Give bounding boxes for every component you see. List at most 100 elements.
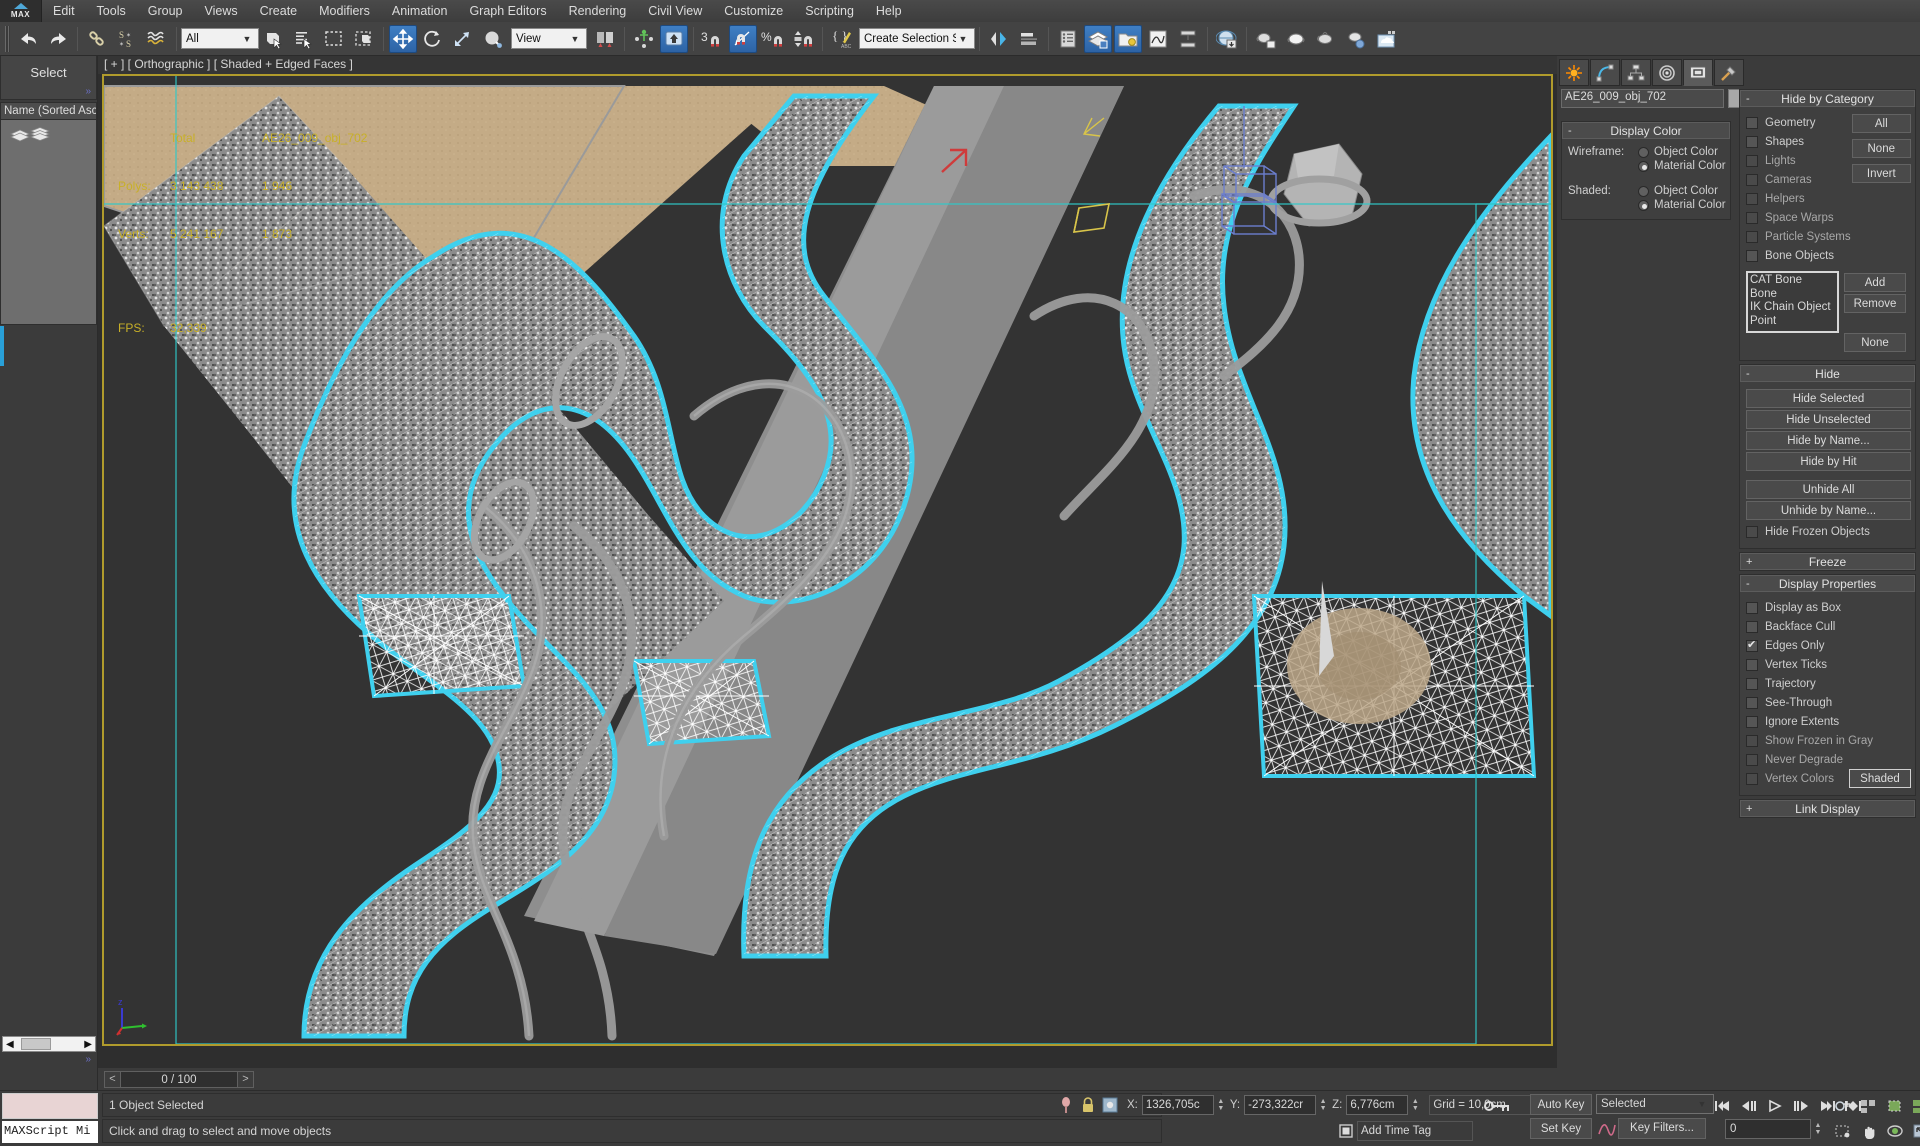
hide-category-none-button[interactable]: None [1851,139,1911,158]
project-folder-globe-icon[interactable] [1213,25,1241,53]
display-property-row[interactable]: See-Through [1746,694,1911,711]
menu-item-animation[interactable]: Animation [381,0,459,22]
object-name-field[interactable]: AE26_009_obj_702 [1561,89,1724,108]
menu-item-edit[interactable]: Edit [42,0,86,22]
select-and-rotate-icon[interactable] [419,25,447,53]
absolute-relative-transform-toggle-icon[interactable] [1099,1094,1121,1116]
display-color-header[interactable]: - Display Color [1562,122,1730,139]
scene-explorer-icon[interactable] [1084,24,1112,53]
play-animation-icon[interactable] [1762,1094,1788,1118]
rendered-frame-window-icon[interactable] [1282,25,1310,53]
hide-category-invert-button[interactable]: Invert [1851,164,1911,183]
hide-by-category-header[interactable]: - Hide by Category [1740,90,1915,107]
hide-category-row[interactable]: Helpers [1746,190,1852,207]
add-time-tag-key-icon[interactable] [1830,1094,1856,1118]
display-property-checkbox[interactable] [1746,658,1758,671]
utilities-tab[interactable] [1714,59,1744,86]
y-coordinate-field[interactable]: -273,322cr [1244,1095,1317,1115]
hide-category-checkbox[interactable] [1746,249,1758,262]
scroll-left-arrow-icon[interactable]: ◀ [3,1039,17,1050]
key-filters-button[interactable]: Key Filters... [1618,1117,1706,1139]
hide-hide-by-name-button[interactable]: Hide by Name... [1746,431,1911,450]
display-properties-header[interactable]: - Display Properties [1740,575,1915,592]
material-editor-icon[interactable] [1114,24,1142,53]
display-property-row[interactable]: Edges Only [1746,637,1911,654]
category-list-item[interactable]: CAT Bone [1750,274,1835,288]
maximize-viewport-toggle-icon[interactable] [1908,1119,1920,1143]
zoom-extents-all-icon[interactable] [1908,1094,1920,1118]
render-in-cloud-icon[interactable] [1372,25,1400,53]
time-prev-frame-button[interactable]: < [105,1072,121,1087]
named-selection-sets-combo[interactable]: Create Selection Se ▼ [859,28,975,49]
category-remove-button[interactable]: Remove [1844,294,1906,313]
expand-plus-icon[interactable]: + [1746,803,1752,815]
undo-icon[interactable] [14,25,42,53]
select-and-place-icon[interactable] [479,25,507,53]
spinner-snap-toggle-icon[interactable] [789,25,817,53]
menu-item-help[interactable]: Help [865,0,913,22]
menu-item-scripting[interactable]: Scripting [794,0,865,22]
display-property-row[interactable]: Trajectory [1746,675,1911,692]
menu-item-tools[interactable]: Tools [86,0,137,22]
wireframe-material-color-row[interactable]: Material Color [1568,160,1726,172]
category-none-button[interactable]: None [1844,333,1906,352]
hide-category-row[interactable]: Lights [1746,152,1852,169]
hide-frozen-objects-row[interactable]: Hide Frozen Objects [1746,523,1911,540]
reference-coordinate-system-combo[interactable]: View ▼ [511,28,587,49]
field-of-view-icon[interactable] [1830,1119,1856,1143]
display-property-checkbox[interactable] [1746,753,1758,766]
wireframe-material-color-radio[interactable] [1638,160,1649,172]
current-frame-spinner[interactable]: ▲ ▼ [1813,1120,1823,1138]
percent-snap-toggle-icon[interactable]: % [759,25,787,53]
vertex-colors-shaded-button[interactable]: Shaded [1849,769,1911,788]
orbit-view-icon[interactable] [1882,1119,1908,1143]
time-next-frame-button[interactable]: > [237,1072,253,1087]
select-object-icon[interactable] [260,25,288,53]
display-property-checkbox[interactable] [1746,601,1758,614]
go-to-start-icon[interactable] [1710,1094,1736,1118]
hide-category-all-button[interactable]: All [1851,114,1911,133]
zoom-extents-icon[interactable] [1882,1094,1908,1118]
time-slider[interactable]: < 0 / 100 > [104,1071,254,1088]
select-and-move-icon[interactable] [389,24,417,53]
angle-snap-toggle-icon[interactable] [729,24,757,53]
select-by-name-icon[interactable] [290,25,318,53]
orthographic-viewport[interactable]: Total AE26_009_obj_702 Polys: 3 143 438 … [102,74,1553,1046]
link-display-header[interactable]: + Link Display [1740,800,1915,817]
curve-editor-icon[interactable] [1144,25,1172,53]
scene-explorer-list[interactable] [0,120,97,325]
select-and-link-icon[interactable] [83,25,111,53]
x-spinner[interactable]: ▲ ▼ [1216,1096,1226,1114]
pan-view-hand-icon[interactable] [1856,1119,1882,1143]
set-key-mode-icon[interactable] [1480,1095,1514,1117]
maxscript-mini-listener[interactable] [2,1093,98,1119]
hide-category-checkbox[interactable] [1746,173,1758,186]
rectangular-selection-region-icon[interactable] [320,25,348,53]
category-list-item[interactable]: IK Chain Object [1750,301,1835,315]
menu-item-civil-view[interactable]: Civil View [637,0,713,22]
scroll-right-arrow-icon[interactable]: ▶ [81,1039,95,1050]
y-spinner[interactable]: ▲ ▼ [1318,1096,1328,1114]
layer-explorer-icon[interactable] [1054,25,1082,53]
scene-explorer-horizontal-scrollbar[interactable]: ◀ ▶ [2,1036,96,1052]
hide-frozen-objects-checkbox[interactable] [1746,525,1758,538]
selection-lock-icon[interactable] [1077,1094,1099,1116]
hide-category-row[interactable]: Cameras [1746,171,1852,188]
current-frame-field[interactable]: 0 [1725,1119,1811,1139]
hide-category-checkbox[interactable] [1746,154,1758,167]
display-property-checkbox[interactable] [1746,715,1758,728]
modify-tab[interactable] [1590,59,1620,86]
scrollbar-thumb[interactable] [21,1038,51,1050]
display-property-row[interactable]: Backface Cull [1746,618,1911,635]
next-frame-icon[interactable] [1788,1094,1814,1118]
select-and-scale-icon[interactable] [449,25,477,53]
isolate-selection-icon[interactable] [1055,1094,1077,1116]
add-time-tag-field[interactable]: Add Time Tag [1357,1121,1473,1141]
wireframe-object-color-row[interactable]: Wireframe: Object Color [1568,146,1726,158]
redo-icon[interactable] [44,25,72,53]
z-spinner[interactable]: ▲ ▼ [1410,1096,1420,1114]
hide-hide-selected-button[interactable]: Hide Selected [1746,389,1911,408]
menu-item-graph-editors[interactable]: Graph Editors [458,0,557,22]
panel-expand-chevron-icon[interactable]: » [85,1054,91,1065]
motion-tab[interactable] [1652,59,1682,86]
